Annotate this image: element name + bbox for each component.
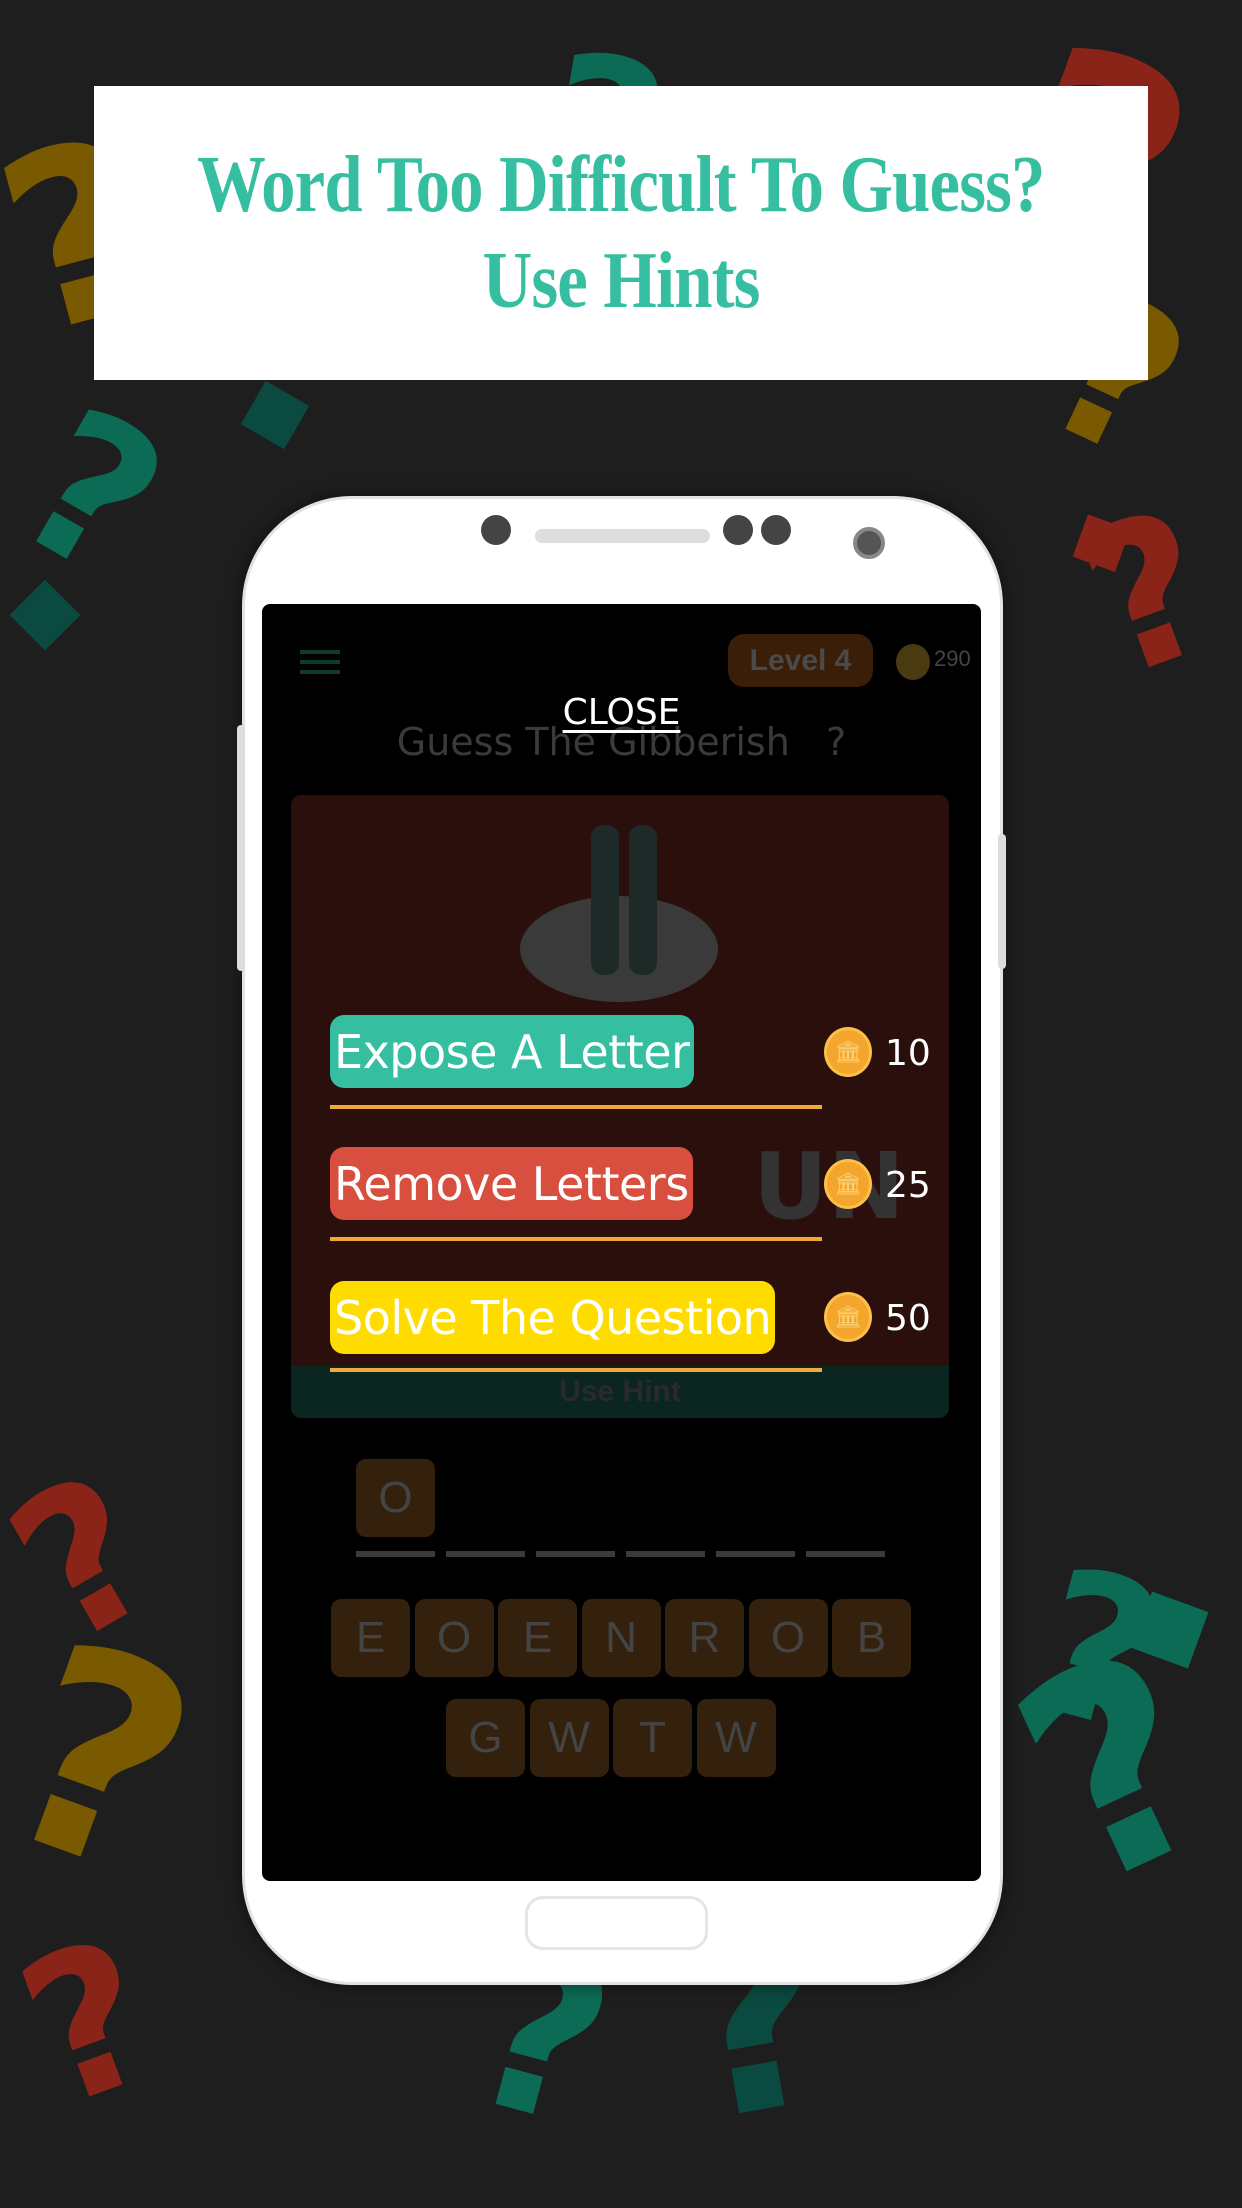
coin-icon: 🏛: [824, 1159, 872, 1209]
answer-slot: [716, 1551, 795, 1557]
coin-icon: [896, 644, 930, 680]
hamburger-icon[interactable]: [300, 650, 340, 680]
letter-key[interactable]: T: [613, 1699, 692, 1777]
phone-side-button-right: [998, 834, 1006, 969]
divider: [330, 1105, 822, 1109]
game-screen: Level 4 290 Guess The Gibberish ? CLOSE …: [262, 604, 981, 1881]
phone-sensor: [723, 515, 753, 545]
remove-letters-button[interactable]: Remove Letters: [330, 1147, 693, 1220]
divider: [330, 1237, 822, 1241]
hint-cost: 10: [885, 1033, 931, 1074]
svg-text:?: ?: [1054, 465, 1242, 724]
illustration-person: [629, 825, 657, 975]
divider: [330, 1368, 822, 1372]
svg-text:?: ?: [0, 364, 200, 624]
coin-icon: 🏛: [824, 1292, 872, 1342]
promo-banner: Word Too Difficult To Guess? Use Hints: [94, 86, 1148, 380]
use-hint-button[interactable]: Use Hint: [291, 1366, 949, 1418]
letter-key[interactable]: W: [696, 1699, 776, 1777]
coin-icon: 🏛: [824, 1027, 872, 1077]
illustration-platform: [520, 896, 718, 1002]
letter-key[interactable]: B: [832, 1599, 911, 1677]
letter-key[interactable]: W: [529, 1699, 609, 1777]
answer-slot: [626, 1551, 705, 1557]
phone-sensor: [761, 515, 791, 545]
answer-slot: [446, 1551, 525, 1557]
expose-letter-button[interactable]: Expose A Letter: [330, 1015, 694, 1088]
banner-subheadline: Use Hints: [482, 237, 760, 325]
letter-key[interactable]: R: [665, 1599, 744, 1677]
hint-cost: 50: [885, 1298, 931, 1339]
letter-key[interactable]: G: [446, 1699, 525, 1777]
phone-side-button-left: [237, 725, 245, 971]
home-button[interactable]: [525, 1896, 708, 1950]
phone-sensor: [481, 515, 511, 545]
answer-slot: [356, 1551, 435, 1557]
letter-key[interactable]: E: [331, 1599, 410, 1677]
letter-key[interactable]: O: [414, 1599, 494, 1677]
coin-balance: 290: [934, 646, 971, 671]
answer-tile[interactable]: O: [356, 1459, 435, 1537]
letter-key[interactable]: E: [498, 1599, 577, 1677]
hint-cost: 25: [885, 1165, 931, 1206]
letter-key[interactable]: O: [748, 1599, 828, 1677]
solve-question-button[interactable]: Solve The Question: [330, 1281, 776, 1354]
banner-headline: Word Too Difficult To Guess?: [197, 141, 1045, 229]
letter-key[interactable]: N: [581, 1599, 661, 1677]
hint-card: UN Expose A Letter 🏛 10 Remove Letters 🏛…: [291, 795, 949, 1418]
svg-text:?: ?: [0, 1895, 183, 2154]
front-camera: [853, 527, 885, 559]
close-button[interactable]: CLOSE: [262, 692, 981, 733]
level-badge: Level 4: [728, 634, 873, 687]
answer-slot: [806, 1551, 885, 1557]
illustration-person: [591, 825, 619, 975]
answer-slot: [536, 1551, 615, 1557]
phone-speaker: [535, 529, 710, 543]
